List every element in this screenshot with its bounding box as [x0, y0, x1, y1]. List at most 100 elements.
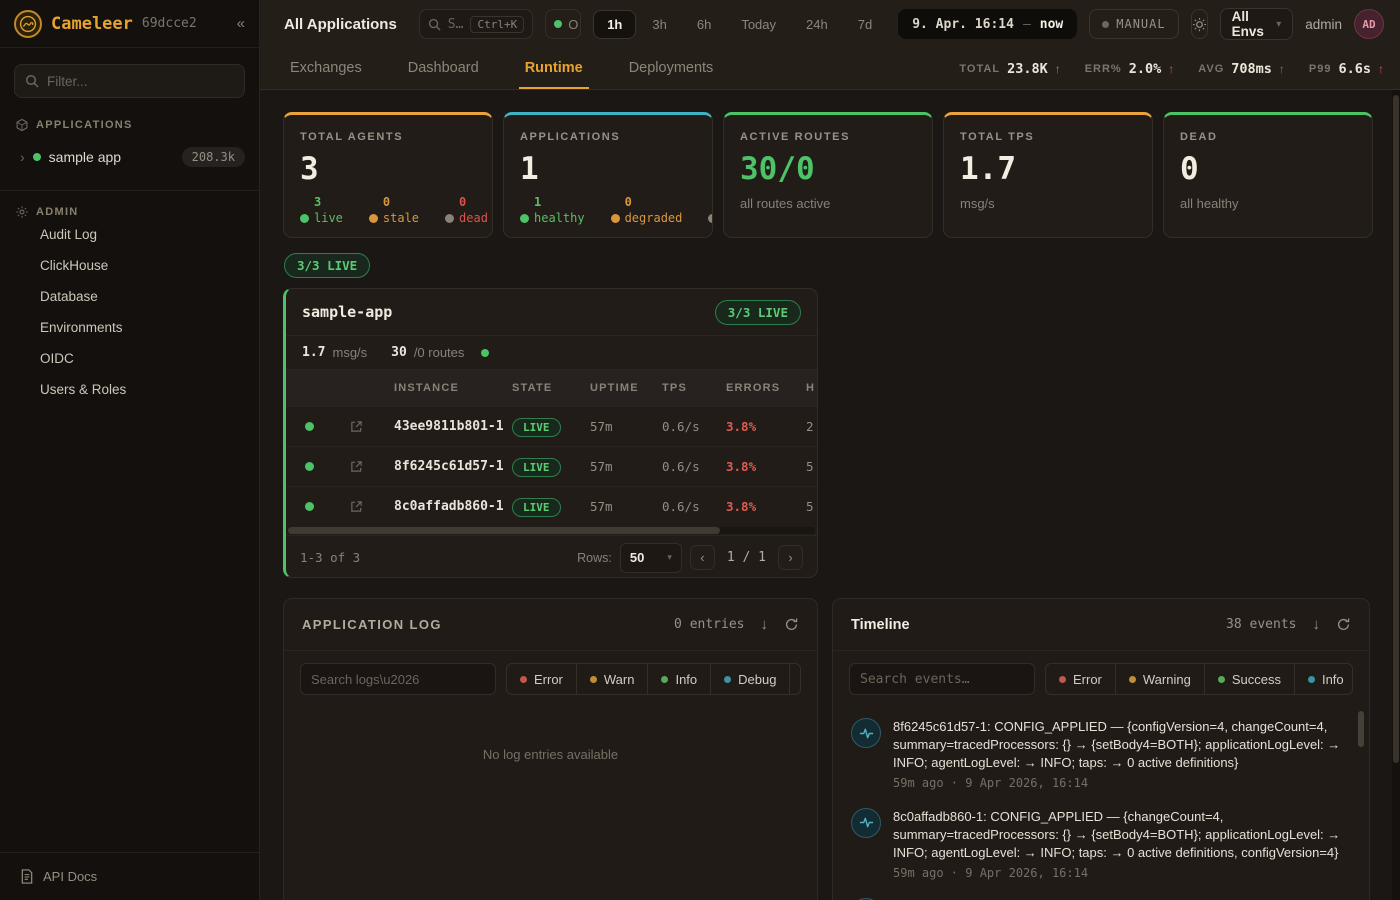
filter-chip-trace[interactable]: Trace — [789, 664, 801, 694]
time-range-1h[interactable]: 1h — [593, 10, 636, 39]
admin-section-header: ADMIN — [0, 205, 259, 219]
rows-per-page-select[interactable]: 50 ▾ — [620, 543, 682, 573]
timeline-filters: Error Warning Success Info — [1045, 663, 1353, 695]
stat-cards: TOTAL AGENTS 3 3live 0stale 0dead APPLIC… — [283, 112, 1373, 238]
theme-toggle-button[interactable] — [1191, 9, 1208, 39]
timeline-search — [849, 663, 1035, 695]
sidebar-item-environments[interactable]: Environments — [0, 312, 259, 343]
sidebar-collapse-button[interactable]: « — [237, 15, 245, 32]
time-range-today[interactable]: Today — [727, 10, 790, 39]
table-horizontal-scrollbar[interactable] — [288, 527, 815, 534]
card-active-routes: ACTIVE ROUTES 30/0 all routes active — [723, 112, 933, 238]
chevron-right-icon[interactable]: › — [20, 149, 25, 165]
time-range-3h[interactable]: 3h — [638, 10, 680, 39]
instances-table-header: INSTANCE STATE UPTIME TPS ERRORS H — [286, 370, 817, 406]
gear-icon — [15, 205, 29, 219]
time-range-6h[interactable]: 6h — [683, 10, 725, 39]
refresh-icon[interactable] — [1336, 617, 1351, 632]
environment-select[interactable]: All Envs ▾ — [1220, 8, 1294, 40]
global-search-button[interactable]: S… Ctrl+K — [419, 9, 533, 39]
log-search — [300, 663, 496, 695]
stat-critical: 0critical — [708, 195, 713, 226]
tab-dashboard[interactable]: Dashboard — [402, 48, 485, 89]
arrow-down-icon[interactable]: ↓ — [1313, 616, 1321, 633]
log-search-input[interactable] — [311, 672, 485, 687]
log-entries-count: 0 entries — [674, 617, 744, 632]
filter-chip-warn[interactable]: Warn — [576, 664, 648, 694]
sidebar-item-audit-log[interactable]: Audit Log — [0, 219, 259, 250]
live-mode-toggle[interactable]: O — [545, 9, 581, 39]
sidebar-item-database[interactable]: Database — [0, 281, 259, 312]
filter-chip-warning[interactable]: Warning — [1115, 664, 1204, 694]
filter-input[interactable] — [47, 74, 234, 89]
refresh-icon[interactable] — [784, 617, 799, 632]
tab-runtime[interactable]: Runtime — [519, 48, 589, 89]
info-dot — [1308, 676, 1315, 683]
timeline-events-count: 38 events — [1226, 617, 1296, 632]
stat-stale: 0stale — [369, 195, 419, 226]
sidebar-header: Cameleer 69dcce2 « — [0, 0, 259, 48]
sidebar-item-oidc[interactable]: OIDC — [0, 343, 259, 374]
manual-label: MANUAL — [1116, 17, 1165, 31]
gray-dot — [445, 214, 454, 223]
filter-chip-success[interactable]: Success — [1204, 664, 1294, 694]
scrollbar-thumb[interactable] — [288, 527, 720, 534]
sidebar-item-sample-app[interactable]: › sample app 208.3k — [0, 140, 259, 174]
timeline-title: Timeline — [851, 617, 910, 633]
time-range-7d[interactable]: 7d — [844, 10, 886, 39]
page-scrollbar[interactable] — [1392, 90, 1400, 900]
filter-chip-error[interactable]: Error — [1046, 664, 1115, 694]
page-title: All Applications — [284, 16, 397, 33]
next-page-button[interactable]: › — [778, 545, 803, 570]
manual-refresh-button[interactable]: MANUAL — [1089, 9, 1178, 39]
api-docs-link[interactable]: API Docs — [0, 852, 259, 900]
table-row[interactable]: 8c0affadb860-1 LIVE 57m 0.6/s 3.8% 5 — [286, 486, 817, 526]
arrow-down-icon[interactable]: ↓ — [761, 616, 769, 633]
applications-section-label: APPLICATIONS — [36, 119, 133, 131]
table-row[interactable]: 8f6245c61d57-1 LIVE 57m 0.6/s 3.8% 5 — [286, 446, 817, 486]
time-range-24h[interactable]: 24h — [792, 10, 842, 39]
external-link-icon[interactable] — [332, 460, 380, 473]
external-link-icon[interactable] — [332, 420, 380, 433]
sidebar-item-users-roles[interactable]: Users & Roles — [0, 374, 259, 405]
filter-chip-info[interactable]: Info — [647, 664, 710, 694]
avatar[interactable]: AD — [1354, 9, 1384, 39]
sidebar: Cameleer 69dcce2 « APPLICATIONS › sample… — [0, 0, 260, 900]
tab-deployments[interactable]: Deployments — [623, 48, 720, 89]
app-live-badge: 3/3 LIVE — [715, 300, 801, 325]
chevron-down-icon: ▾ — [1276, 19, 1281, 30]
filter-chip-error[interactable]: Error — [507, 664, 576, 694]
api-docs-label: API Docs — [43, 869, 97, 884]
timeline-event[interactable]: 8c0affadb860-1: CONFIG_APPLIED — {change… — [851, 799, 1345, 889]
date-range-picker[interactable]: 9. Apr. 16:14 — now — [898, 9, 1077, 39]
filter-chip-info[interactable]: Info — [1294, 664, 1353, 694]
filter-chip-debug[interactable]: Debug — [710, 664, 789, 694]
prev-page-button[interactable]: ‹ — [690, 545, 715, 570]
external-link-icon[interactable] — [332, 500, 380, 513]
log-level-filters: Error Warn Info Debug Trace — [506, 663, 801, 695]
timeline-panel: Timeline 38 events ↓ Error Warning Succe… — [832, 598, 1370, 900]
sample-app-panel: sample-app 3/3 LIVE 1.7msg/s 30/0 routes… — [283, 288, 818, 578]
tab-bar: Exchanges Dashboard Runtime Deployments … — [260, 48, 1400, 89]
timeline-search-input[interactable] — [860, 672, 1024, 687]
pagination-range: 1-3 of 3 — [300, 550, 360, 565]
app-status-dot — [481, 349, 489, 357]
scrollbar-thumb[interactable] — [1393, 95, 1399, 763]
timeline-scrollbar-thumb[interactable] — [1358, 711, 1364, 747]
sidebar-item-clickhouse[interactable]: ClickHouse — [0, 250, 259, 281]
state-badge: LIVE — [512, 498, 561, 517]
applications-section-header: APPLICATIONS — [0, 118, 259, 132]
metric-err: ERR% 2.0% ↑ — [1085, 61, 1175, 77]
timeline-event[interactable]: 43ee9811b801-1: CONFIG_APPLIED — {change… — [851, 889, 1345, 900]
tab-exchanges[interactable]: Exchanges — [284, 48, 368, 89]
manual-status-dot — [1102, 21, 1109, 28]
search-icon — [428, 18, 441, 31]
timeline-event[interactable]: 8f6245c61d57-1: CONFIG_APPLIED — {config… — [851, 709, 1345, 799]
green-dot — [300, 214, 309, 223]
live-toggle-label: O — [568, 17, 578, 32]
chevron-down-icon: ▾ — [667, 552, 672, 563]
metric-p99: P99 6.6s ↑ — [1309, 61, 1384, 77]
table-row[interactable]: 43ee9811b801-1 LIVE 57m 0.6/s 3.8% 2 — [286, 406, 817, 446]
error-dot — [520, 676, 527, 683]
metric-avg: AVG 708ms ↑ — [1198, 61, 1285, 77]
